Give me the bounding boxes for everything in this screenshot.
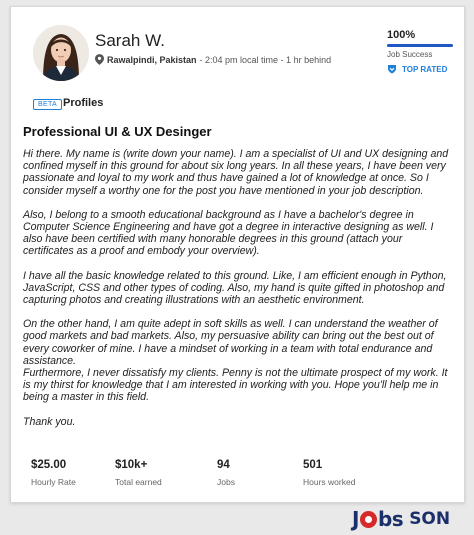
job-success-value: 100% [387, 29, 416, 41]
stat-jobs: 94 Jobs [217, 459, 235, 487]
profile-title: Professional UI & UX Desinger [23, 124, 212, 139]
stat-value: $25.00 [31, 459, 67, 471]
logo-jobs: J bs [352, 507, 404, 531]
location-line: Rawalpindi, Pakistan - 2:04 pm local tim… [95, 54, 331, 65]
stat-hours-worked: 501 Hours worked [303, 459, 355, 487]
overview-paragraph: On the other hand, I am quite adept in s… [23, 318, 438, 367]
stat-value: 501 [303, 459, 323, 471]
overview-paragraph: Furthermore, I never dissatisfy my clien… [23, 367, 448, 404]
job-success-bar [387, 44, 453, 47]
stat-label: Hourly Rate [31, 477, 76, 487]
stat-value: $10k+ [115, 459, 148, 471]
jobsson-watermark-logo: J bs SON [352, 507, 450, 531]
overview-paragraph: Thank you. [23, 415, 76, 428]
avatar[interactable] [33, 25, 89, 81]
overview-paragraph: Also, I belong to a smooth educational b… [23, 208, 434, 258]
stat-hourly-rate: $25.00 Hourly Rate [31, 459, 76, 487]
local-time: - 2:04 pm local time - 1 hr behind [199, 54, 332, 65]
stat-label: Total earned [115, 477, 162, 487]
location-city: Rawalpindi, Pakistan [107, 54, 197, 65]
stat-total-earned: $10k+ Total earned [115, 459, 162, 487]
overview-paragraph: Hi there. My name is (write down your na… [23, 148, 449, 197]
freelancer-name[interactable]: Sarah W. [95, 31, 165, 51]
profiles-heading[interactable]: Profiles [63, 97, 103, 109]
gear-icon [359, 510, 377, 528]
stat-value: 94 [217, 459, 230, 471]
top-rated-badge: TOP RATED [387, 64, 447, 74]
logo-letter-j: J [352, 507, 359, 531]
stat-label: Hours worked [303, 477, 356, 487]
beta-badge: BETA [33, 99, 62, 110]
map-pin-icon [95, 54, 104, 65]
avatar-photo [33, 25, 89, 81]
job-success-widget: 100% Job Success [387, 29, 453, 59]
top-rated-label: TOP RATED [402, 64, 448, 74]
logo-letters-bs: bs [377, 507, 404, 531]
profile-card: Sarah W. Rawalpindi, Pakistan - 2:04 pm … [10, 6, 465, 503]
stat-label: Jobs [217, 477, 235, 487]
overview-paragraph: I have all the basic knowledge related t… [23, 269, 447, 307]
logo-son: SON [409, 509, 451, 529]
shield-badge-icon [388, 65, 396, 74]
job-success-bar-fill [387, 44, 453, 47]
profile-overview: Hi there. My name is (write down your na… [23, 148, 455, 440]
job-success-label: Job Success [387, 50, 433, 59]
